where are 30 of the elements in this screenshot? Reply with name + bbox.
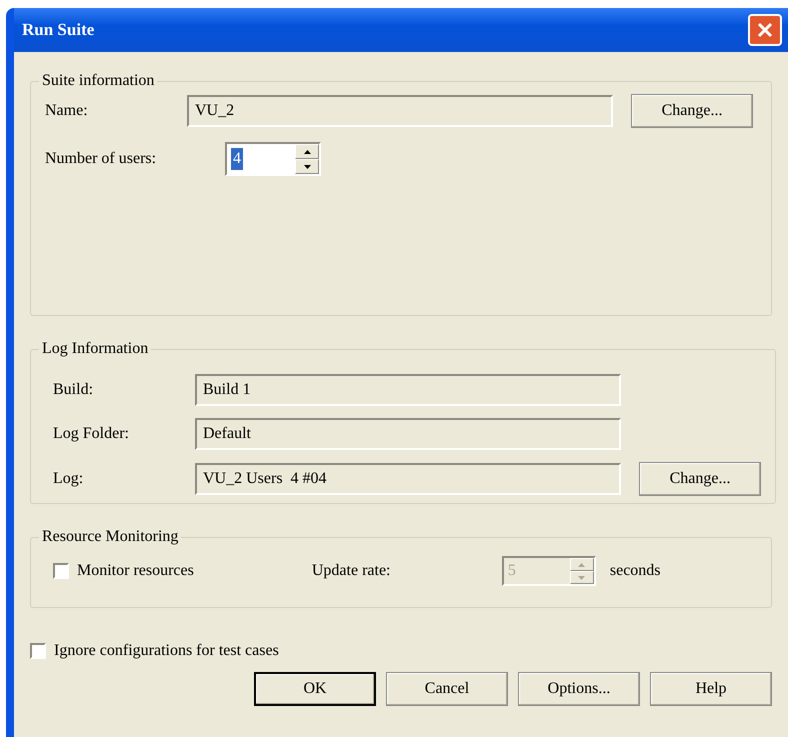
dialog-button[interactable]: Options... <box>518 672 640 706</box>
checkbox-label[interactable]: Ignore configurations for test cases <box>54 642 279 660</box>
text-field[interactable]: Build 1 <box>195 374 621 406</box>
spin-value: 5 <box>506 561 517 581</box>
unit-label: seconds <box>610 562 661 580</box>
field-label: Build: <box>52 381 94 399</box>
group-title: Log Information <box>41 340 150 358</box>
text-field[interactable]: VU_2 Users 4 #04 <box>195 463 621 495</box>
dialog-button[interactable]: Cancel <box>386 672 508 706</box>
checkbox-label[interactable]: Monitor resources <box>77 562 194 580</box>
dialog-button[interactable]: OK <box>254 672 376 706</box>
users-spinbox[interactable]: 4 <box>225 142 321 176</box>
checkbox[interactable] <box>30 643 46 659</box>
dialog-button[interactable]: Help <box>650 672 772 706</box>
spin-value: 4 <box>231 148 243 170</box>
window-title: Run Suite <box>22 20 94 40</box>
close-icon[interactable] <box>748 14 782 46</box>
group-title: Suite information <box>41 72 156 90</box>
field-label: Log Folder: <box>52 425 130 443</box>
name-field[interactable]: VU_2 <box>187 95 613 127</box>
field-label: Name: <box>45 102 89 120</box>
text-field[interactable]: Default <box>195 418 621 450</box>
change-button[interactable]: Change... <box>631 94 753 128</box>
field-label: Update rate: <box>312 562 392 580</box>
field-label: Log: <box>52 470 84 488</box>
field-label: Number of users: <box>45 150 158 168</box>
change-button[interactable]: Change... <box>639 462 761 496</box>
spin-arrows-icon[interactable] <box>295 144 319 174</box>
checkbox[interactable] <box>53 563 69 579</box>
group-title: Resource Monitoring <box>41 528 180 546</box>
